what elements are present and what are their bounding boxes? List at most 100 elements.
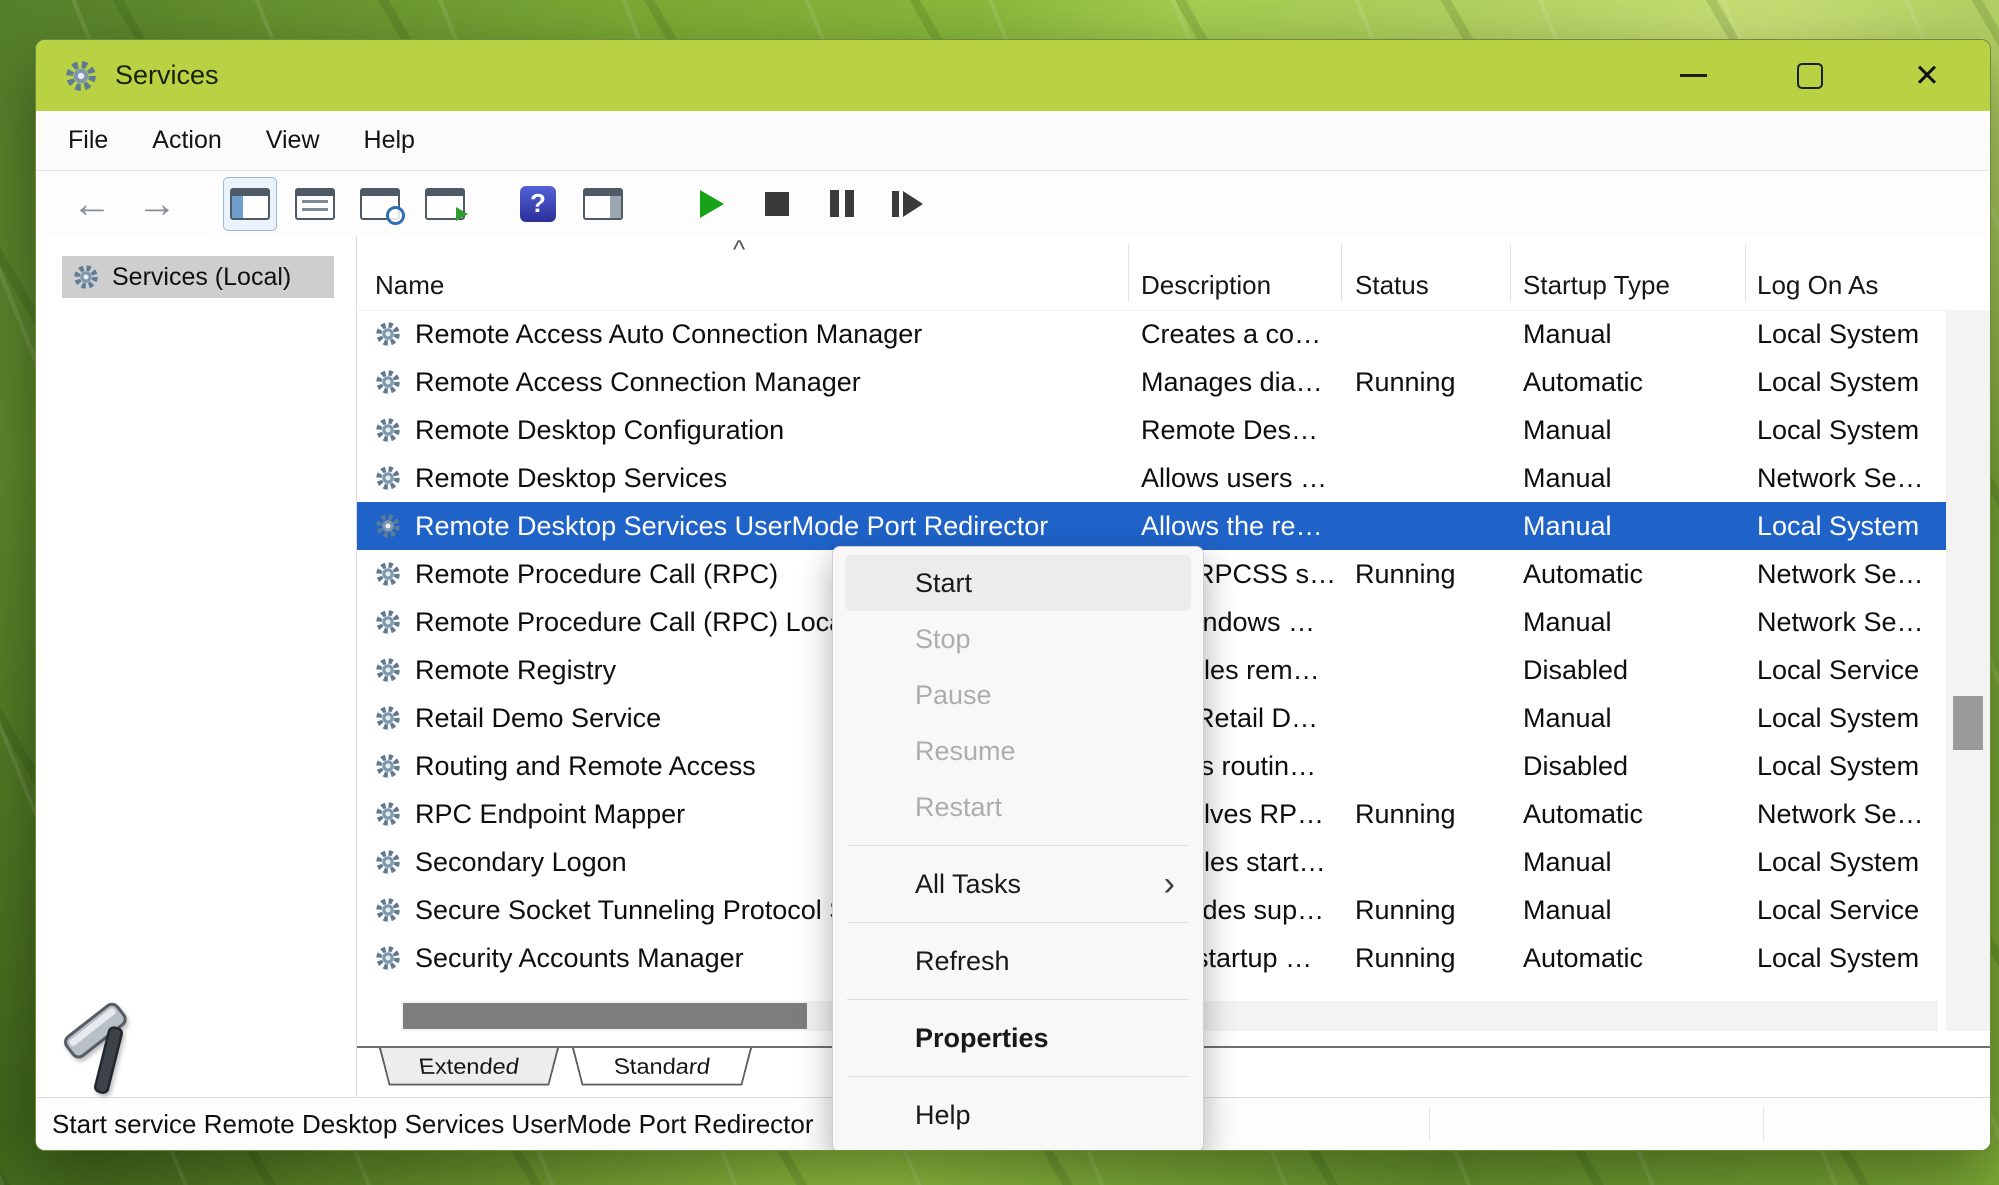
column-separator	[1341, 244, 1342, 302]
service-status-cell	[1355, 646, 1517, 694]
pause-service-button[interactable]	[816, 178, 868, 230]
service-startup-type-cell: Manual	[1523, 454, 1741, 502]
service-status-cell: Running	[1355, 934, 1517, 982]
service-gear-icon	[373, 799, 403, 829]
context-menu-separator	[847, 845, 1189, 846]
tab-extended[interactable]: Extended	[379, 1048, 559, 1085]
service-status-cell	[1355, 694, 1517, 742]
restart-service-button[interactable]	[881, 178, 933, 230]
vertical-scrollbar-thumb[interactable]	[1953, 696, 1983, 750]
service-name-cell: Remote Desktop Configuration	[373, 406, 1125, 454]
service-log-on-as-cell: Network Se…	[1757, 454, 1945, 502]
context-menu-item-label: Start	[915, 568, 972, 599]
service-status-cell	[1355, 838, 1517, 886]
context-menu-item-label: Pause	[915, 680, 992, 711]
service-name-cell: Remote Access Auto Connection Manager	[373, 310, 1125, 358]
refresh-button[interactable]	[354, 178, 406, 230]
horizontal-scrollbar-thumb[interactable]	[403, 1003, 807, 1029]
table-row[interactable]: Remote Access Auto Connection Manager Cr…	[357, 310, 1946, 358]
service-name-cell: Remote Desktop Services UserMode Port Re…	[373, 502, 1125, 550]
table-row[interactable]: Remote Desktop Services UserMode Port Re…	[357, 502, 1946, 550]
column-header-description[interactable]: Description	[1141, 270, 1271, 301]
table-row[interactable]: Remote Access Connection Manager Manages…	[357, 358, 1946, 406]
back-button[interactable]: ←	[66, 178, 118, 230]
list-header: ^ NameDescriptionStatusStartup TypeLog O…	[357, 236, 1946, 311]
properties-button[interactable]	[289, 178, 341, 230]
service-gear-icon	[373, 703, 403, 733]
context-menu-separator	[847, 1076, 1189, 1077]
context-menu-item-label: Help	[915, 1100, 971, 1131]
maximize-button[interactable]	[1788, 54, 1832, 98]
service-startup-type-cell: Disabled	[1523, 742, 1741, 790]
context-menu-item-help[interactable]: Help	[845, 1087, 1191, 1143]
column-header-log-on-as[interactable]: Log On As	[1757, 270, 1878, 301]
service-gear-icon	[373, 511, 403, 541]
forward-button[interactable]: →	[131, 178, 183, 230]
service-log-on-as-cell: Local System	[1757, 406, 1945, 454]
service-startup-type-cell: Automatic	[1523, 934, 1741, 982]
service-startup-type-cell: Manual	[1523, 694, 1741, 742]
menu-bar: FileActionViewHelp	[36, 111, 1990, 171]
service-startup-type-cell: Manual	[1523, 310, 1741, 358]
service-log-on-as-cell: Local System	[1757, 742, 1945, 790]
context-menu-item-label: Refresh	[915, 946, 1010, 977]
column-header-startup-type[interactable]: Startup Type	[1523, 270, 1670, 301]
context-menu-separator	[847, 999, 1189, 1000]
service-log-on-as-cell: Network Se…	[1757, 550, 1945, 598]
service-gear-icon	[373, 463, 403, 493]
context-menu-item-stop: Stop	[845, 611, 1191, 667]
context-menu-separator	[847, 922, 1189, 923]
export-list-button[interactable]	[419, 178, 471, 230]
service-startup-type-cell: Manual	[1523, 886, 1741, 934]
column-header-status[interactable]: Status	[1355, 270, 1429, 301]
table-row[interactable]: Remote Desktop Services Allows users … M…	[357, 454, 1946, 502]
column-header-name[interactable]: Name	[375, 270, 444, 301]
menu-help[interactable]: Help	[342, 126, 437, 155]
context-menu-item-resume: Resume	[845, 723, 1191, 779]
context-menu-item-label: All Tasks	[915, 869, 1021, 900]
menu-action[interactable]: Action	[130, 126, 243, 155]
context-menu-item-start[interactable]: Start	[845, 555, 1191, 611]
menu-file[interactable]: File	[46, 126, 130, 155]
service-startup-type-cell: Automatic	[1523, 550, 1741, 598]
services-gear-icon	[71, 262, 101, 292]
service-log-on-as-cell: Local System	[1757, 934, 1945, 982]
service-status-cell: Running	[1355, 886, 1517, 934]
hammer-cursor-icon	[56, 995, 156, 1105]
table-row[interactable]: Remote Desktop Configuration Remote Des……	[357, 406, 1946, 454]
start-service-button[interactable]	[686, 178, 738, 230]
context-menu-item-properties[interactable]: Properties	[845, 1010, 1191, 1066]
service-gear-icon	[373, 559, 403, 589]
service-log-on-as-cell: Local System	[1757, 358, 1945, 406]
service-status-cell	[1355, 502, 1517, 550]
service-description-cell: Allows users …	[1141, 454, 1349, 502]
column-separator	[1128, 244, 1129, 302]
service-status-cell	[1355, 454, 1517, 502]
service-log-on-as-cell: Local System	[1757, 310, 1945, 358]
context-menu-item-all-tasks[interactable]: All Tasks ›	[845, 856, 1191, 912]
service-startup-type-cell: Automatic	[1523, 790, 1741, 838]
service-gear-icon	[373, 751, 403, 781]
menu-view[interactable]: View	[244, 126, 342, 155]
service-description-cell: Creates a co…	[1141, 310, 1349, 358]
title-bar[interactable]: Services ✕	[36, 40, 1990, 111]
show-hide-console-tree-button[interactable]	[224, 178, 276, 230]
show-hide-action-pane-button[interactable]	[577, 178, 629, 230]
close-button[interactable]: ✕	[1905, 54, 1949, 98]
context-menu-item-label: Resume	[915, 736, 1016, 767]
context-menu-item-refresh[interactable]: Refresh	[845, 933, 1191, 989]
vertical-scrollbar[interactable]	[1946, 310, 1990, 1031]
submenu-chevron-icon: ›	[1164, 867, 1175, 901]
service-status-cell	[1355, 310, 1517, 358]
service-startup-type-cell: Automatic	[1523, 358, 1741, 406]
sidebar-item-services-local[interactable]: Services (Local)	[62, 256, 334, 298]
service-gear-icon	[373, 367, 403, 397]
service-gear-icon	[373, 319, 403, 349]
service-status-cell	[1355, 406, 1517, 454]
help-button[interactable]: ?	[512, 178, 564, 230]
context-menu-item-restart: Restart	[845, 779, 1191, 835]
stop-service-button[interactable]	[751, 178, 803, 230]
context-menu-item-label: Stop	[915, 624, 971, 655]
minimize-button[interactable]	[1671, 54, 1715, 98]
tab-standard[interactable]: Standard	[572, 1048, 752, 1085]
